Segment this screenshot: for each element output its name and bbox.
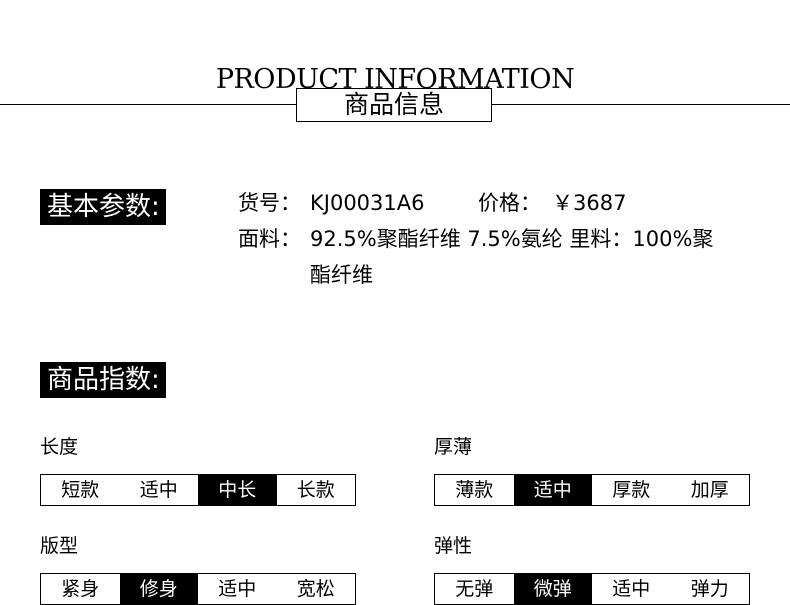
thickness-option: 厚款 — [612, 479, 651, 501]
fabric-value-line2: 酯纤维 — [310, 263, 373, 287]
length-option: 短款 — [61, 479, 100, 501]
price-label: 价格： — [478, 191, 541, 215]
elasticity-option: 无弹 — [455, 578, 494, 600]
fabric-label: 面料： — [238, 227, 301, 251]
fabric-value-line1: 92.5%聚酯纤维 7.5%氨纶 里料：100%聚 — [310, 227, 714, 251]
thickness-options: 薄款 适中 厚款 加厚 — [434, 474, 750, 506]
category-title-fit: 版型 — [40, 535, 79, 557]
category-title-thickness: 厚薄 — [434, 436, 473, 458]
page-title-cn: 商品信息 — [296, 88, 492, 122]
category-title-length: 长度 — [40, 436, 79, 458]
header-rule-right — [492, 104, 790, 105]
category-title-elasticity: 弹性 — [434, 535, 473, 557]
elasticity-option: 弹力 — [690, 578, 729, 600]
thickness-option: 薄款 — [455, 479, 494, 501]
fit-option: 紧身 — [61, 578, 100, 600]
item-no-label: 货号： — [238, 191, 301, 215]
thickness-option-selected: 适中 — [513, 475, 592, 505]
length-option-selected: 中长 — [198, 475, 277, 505]
length-option: 长款 — [296, 479, 335, 501]
elasticity-options: 无弹 微弹 适中 弹力 — [434, 573, 750, 605]
header-rule-left — [0, 104, 298, 105]
fit-options: 紧身 修身 适中 宽松 — [40, 573, 356, 605]
length-options: 短款 适中 中长 长款 — [40, 474, 356, 506]
price-value: ￥3687 — [552, 191, 627, 215]
elasticity-option: 适中 — [612, 578, 651, 600]
fit-option: 宽松 — [296, 578, 335, 600]
basic-params-label: 基本参数: — [40, 189, 166, 225]
length-option: 适中 — [139, 479, 178, 501]
thickness-option: 加厚 — [690, 479, 729, 501]
elasticity-option-selected: 微弹 — [513, 574, 592, 604]
fit-option: 适中 — [218, 578, 257, 600]
fit-option-selected: 修身 — [119, 574, 198, 604]
product-index-label: 商品指数: — [40, 362, 166, 398]
item-no-value: KJ00031A6 — [310, 191, 425, 215]
